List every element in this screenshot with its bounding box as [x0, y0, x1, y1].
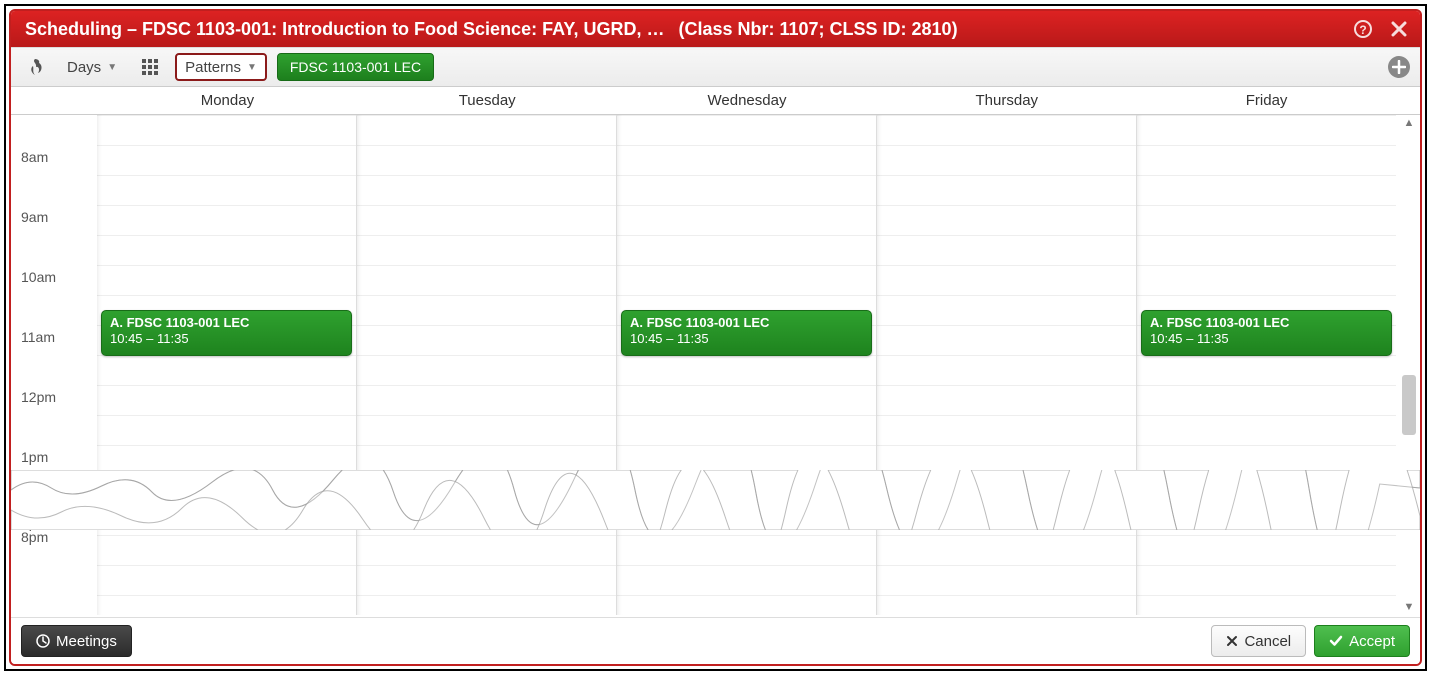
day-column-monday[interactable]: A. FDSC 1103-001 LEC10:45 – 11:35 — [97, 115, 356, 615]
svg-text:?: ? — [1359, 23, 1366, 37]
time-label: 9am — [11, 205, 97, 265]
grid-view-icon[interactable] — [135, 53, 165, 81]
day-column-friday[interactable]: A. FDSC 1103-001 LEC10:45 – 11:35 — [1136, 115, 1396, 615]
dialog-subtitle: (Class Nbr: 1107; CLSS ID: 2810) — [678, 19, 957, 40]
time-label: 11am — [11, 325, 97, 385]
section-pill[interactable]: FDSC 1103-001 LEC — [277, 53, 434, 81]
accept-button[interactable]: Accept — [1314, 625, 1410, 657]
event-title: A. FDSC 1103-001 LEC — [110, 315, 343, 331]
cancel-button[interactable]: Cancel — [1211, 625, 1306, 657]
days-label: Days — [67, 59, 101, 76]
calendar-event[interactable]: A. FDSC 1103-001 LEC10:45 – 11:35 — [621, 310, 872, 356]
clock-icon — [36, 634, 50, 648]
caret-down-icon: ▼ — [247, 62, 257, 73]
dialog-footer: Meetings Cancel Accept — [11, 618, 1420, 664]
day-header-row: Monday Tuesday Wednesday Thursday Friday — [11, 87, 1420, 115]
dialog-title: Scheduling – FDSC 1103-001: Introduction… — [25, 19, 664, 40]
close-icon[interactable] — [1388, 18, 1410, 40]
add-button[interactable] — [1388, 56, 1410, 78]
time-label: 12pm — [11, 385, 97, 445]
heatmap-icon[interactable] — [21, 53, 49, 81]
day-column-tuesday[interactable] — [356, 115, 616, 615]
days-dropdown[interactable]: Days ▼ — [59, 53, 125, 81]
event-time: 10:45 – 11:35 — [630, 331, 863, 347]
scroll-up-icon[interactable]: ▲ — [1404, 117, 1415, 129]
event-title: A. FDSC 1103-001 LEC — [630, 315, 863, 331]
time-label: 8pm — [11, 525, 97, 585]
patterns-label: Patterns — [185, 59, 241, 76]
calendar-grid: Monday Tuesday Wednesday Thursday Friday… — [11, 87, 1420, 618]
scrollbar-thumb[interactable] — [1402, 375, 1416, 435]
check-icon — [1329, 635, 1343, 647]
calendar-body[interactable]: 8am 9am 10am 11am 12pm 1pm 7pm 8pm A. FD… — [11, 115, 1420, 615]
scroll-down-icon[interactable]: ▼ — [1404, 601, 1415, 613]
vertical-scrollbar[interactable]: ▲ ▼ — [1400, 115, 1418, 615]
toolbar: Days ▼ Patterns ▼ FDSC 1103-001 LEC — [11, 47, 1420, 87]
day-column-wednesday[interactable]: A. FDSC 1103-001 LEC10:45 – 11:35 — [616, 115, 876, 615]
time-label: 8am — [11, 145, 97, 205]
event-title: A. FDSC 1103-001 LEC — [1150, 315, 1383, 331]
titlebar: Scheduling – FDSC 1103-001: Introduction… — [11, 11, 1420, 47]
x-icon — [1226, 635, 1238, 647]
day-header: Friday — [1136, 87, 1396, 114]
scheduling-dialog: Scheduling – FDSC 1103-001: Introduction… — [9, 9, 1422, 666]
day-header: Wednesday — [617, 87, 877, 114]
day-header: Monday — [97, 87, 357, 114]
patterns-dropdown[interactable]: Patterns ▼ — [175, 53, 267, 81]
day-header: Thursday — [876, 87, 1136, 114]
calendar-event[interactable]: A. FDSC 1103-001 LEC10:45 – 11:35 — [1141, 310, 1392, 356]
torn-section-divider — [11, 470, 1420, 530]
time-label: 10am — [11, 265, 97, 325]
time-axis: 8am 9am 10am 11am 12pm 1pm — [11, 115, 97, 505]
help-icon[interactable]: ? — [1352, 18, 1374, 40]
caret-down-icon: ▼ — [107, 62, 117, 73]
day-header: Tuesday — [357, 87, 617, 114]
calendar-event[interactable]: A. FDSC 1103-001 LEC10:45 – 11:35 — [101, 310, 352, 356]
event-time: 10:45 – 11:35 — [1150, 331, 1383, 347]
meetings-button[interactable]: Meetings — [21, 625, 132, 657]
day-column-thursday[interactable] — [876, 115, 1136, 615]
event-time: 10:45 – 11:35 — [110, 331, 343, 347]
